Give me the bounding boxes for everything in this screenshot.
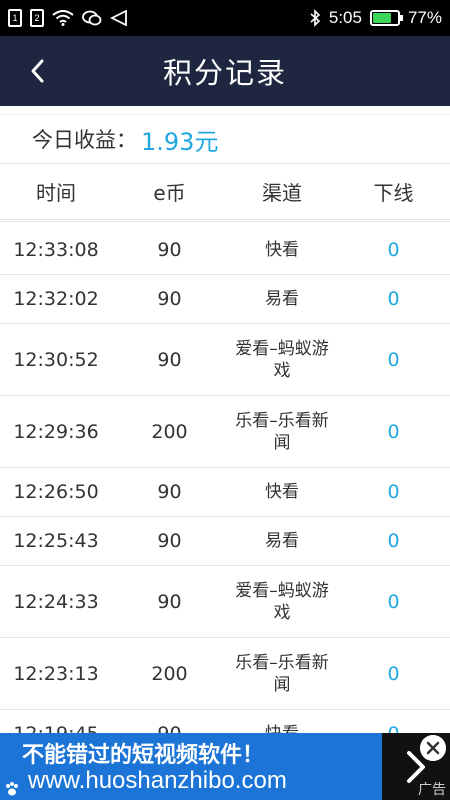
cell-coin: 200 <box>151 662 188 685</box>
sim2-icon: 2 <box>30 9 44 27</box>
cell-time: 12:33:08 <box>13 239 99 261</box>
cell-time: 12:23:13 <box>13 662 99 685</box>
cell-time: 12:30:52 <box>13 348 99 371</box>
chevron-left-icon <box>31 59 44 83</box>
cell-sub: 0 <box>387 481 400 503</box>
cell-sub: 0 <box>387 530 400 552</box>
status-left: 1 2 <box>8 9 128 27</box>
cell-channel: 快看 <box>265 482 299 502</box>
app-header: 积分记录 <box>0 36 450 106</box>
table-row: 12:24:33 90 爱看–蚂蚁游戏 0 <box>0 566 450 638</box>
page-title: 积分记录 <box>162 56 287 90</box>
cell-coin: 90 <box>157 348 182 371</box>
close-icon[interactable] <box>420 735 446 761</box>
cell-sub: 0 <box>387 288 400 310</box>
paw-icon <box>6 782 18 796</box>
header-coin: e币 <box>153 181 186 205</box>
table-row: 12:33:08 90 快看 0 <box>0 226 450 275</box>
cell-time: 12:32:02 <box>13 288 99 310</box>
back-button[interactable] <box>12 36 62 106</box>
bluetooth-icon <box>310 9 321 27</box>
cell-coin: 90 <box>157 590 182 613</box>
battery-percent: 77% <box>407 8 442 27</box>
records-list[interactable]: 12:33:08 90 快看 0 12:32:02 90 易看 0 12:30:… <box>0 226 450 759</box>
cell-coin: 90 <box>157 530 182 552</box>
status-bar: 1 2 5:05 77% <box>0 0 450 36</box>
cell-sub: 0 <box>387 590 400 613</box>
ad-open-button[interactable]: 广告 <box>382 733 450 800</box>
cell-channel: 快看 <box>265 240 299 260</box>
table-row: 12:23:13 200 乐看–乐看新闻 0 <box>0 638 450 710</box>
header-channel: 渠道 <box>262 181 302 205</box>
cell-channel: 易看 <box>265 531 299 551</box>
ad-url[interactable]: www.huoshanzhibo.com <box>28 767 287 795</box>
ad-tag: 广告 <box>418 782 446 798</box>
table-header: 时间 e币 渠道 下线 <box>0 164 450 222</box>
cell-time: 12:29:36 <box>13 420 99 443</box>
cell-coin: 90 <box>157 239 182 261</box>
status-right: 5:05 77% <box>309 8 442 28</box>
cell-time: 12:25:43 <box>13 530 99 552</box>
wifi-icon <box>52 10 74 26</box>
cell-channel: 乐看–乐看新闻 <box>235 652 329 695</box>
cell-time: 12:24:33 <box>13 590 99 613</box>
cell-sub: 0 <box>387 348 400 371</box>
status-time: 5:05 <box>328 8 362 27</box>
header-time: 时间 <box>36 181 76 205</box>
table-row: 12:30:52 90 爱看–蚂蚁游戏 0 <box>0 324 450 396</box>
cell-sub: 0 <box>387 420 400 443</box>
wechat-icon <box>82 10 102 26</box>
earnings-value: 1.93元 <box>141 127 219 156</box>
battery-icon <box>369 10 403 26</box>
location-arrow-icon <box>110 10 127 26</box>
cell-channel: 易看 <box>265 289 299 309</box>
table-row: 12:26:50 90 快看 0 <box>0 468 450 517</box>
table-row: 12:32:02 90 易看 0 <box>0 275 450 324</box>
cell-channel: 爱看–蚂蚁游戏 <box>235 338 329 381</box>
earnings-label: 今日收益： <box>32 128 137 152</box>
daily-earnings: 今日收益： 1.93元 <box>0 114 450 164</box>
header-sub: 下线 <box>373 181 414 205</box>
cell-coin: 90 <box>157 288 182 310</box>
ad-banner[interactable]: 不能错过的短视频软件！ www.huoshanzhibo.com 广告 <box>0 733 450 800</box>
cell-sub: 0 <box>387 239 400 261</box>
battery-level <box>372 13 392 23</box>
cell-coin: 200 <box>151 420 188 443</box>
cell-coin: 90 <box>157 481 182 503</box>
cell-channel: 爱看–蚂蚁游戏 <box>235 580 329 623</box>
sim1-icon: 1 <box>8 9 22 27</box>
cell-time: 12:26:50 <box>13 481 99 503</box>
cell-channel: 乐看–乐看新闻 <box>235 410 329 453</box>
ad-title: 不能错过的短视频软件！ <box>22 743 265 768</box>
table-row: 12:29:36 200 乐看–乐看新闻 0 <box>0 396 450 468</box>
table-row: 12:25:43 90 易看 0 <box>0 517 450 566</box>
cell-sub: 0 <box>387 662 400 685</box>
